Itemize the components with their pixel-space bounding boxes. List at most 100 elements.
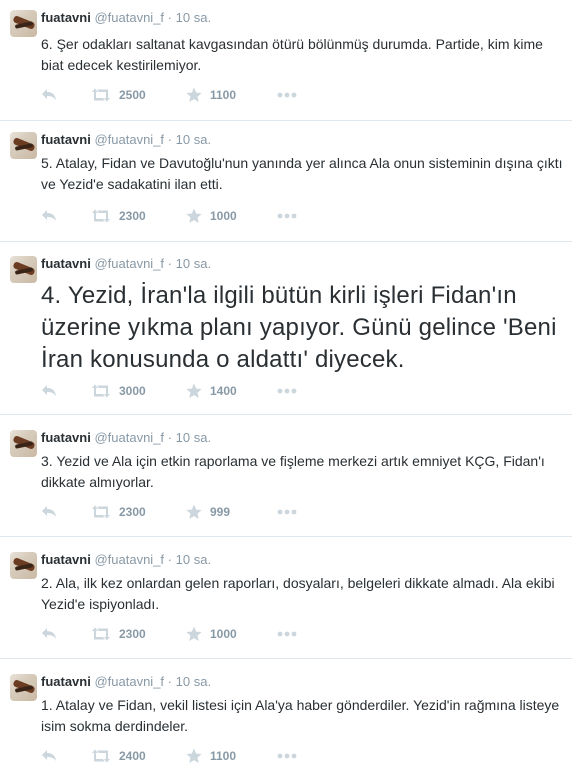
more-icon: [277, 631, 297, 637]
more-button[interactable]: [277, 747, 297, 765]
tweet-text: 4. Yezid, İran'la ilgili bütün kirli işl…: [41, 282, 557, 373]
retweet-button[interactable]: 3000: [91, 382, 146, 400]
retweet-count: 2300: [119, 209, 146, 223]
retweet-count: 2400: [119, 749, 146, 763]
timestamp[interactable]: 10 sa.: [176, 256, 211, 271]
user-handle[interactable]: @fuatavni_f: [94, 552, 164, 567]
star-icon: [186, 626, 202, 641]
tweet-header: fuatavni @fuatavni_f · 10 sa.: [41, 430, 211, 446]
retweet-count: 3000: [119, 384, 146, 398]
reply-icon: [42, 506, 56, 517]
reply-icon: [42, 210, 56, 221]
favorite-button[interactable]: 1400: [186, 382, 237, 400]
tweet[interactable]: fuatavni @fuatavni_f · 10 sa. 3. Yezid v…: [0, 415, 572, 537]
timestamp[interactable]: 10 sa.: [176, 430, 211, 445]
tweet-actions: 2500 1100: [41, 86, 341, 104]
tweet[interactable]: fuatavni @fuatavni_f · 10 sa. 1. Atalay …: [0, 659, 572, 766]
retweet-count: 2300: [119, 627, 146, 641]
retweet-icon: [92, 505, 110, 519]
retweet-button[interactable]: 2300: [91, 503, 146, 521]
avatar[interactable]: [10, 132, 37, 159]
user-name[interactable]: fuatavni: [41, 132, 91, 147]
tweet-header: fuatavni @fuatavni_f · 10 sa.: [41, 132, 211, 148]
reply-button[interactable]: [41, 207, 57, 225]
user-handle[interactable]: @fuatavni_f: [94, 10, 164, 25]
timestamp[interactable]: 10 sa.: [176, 552, 211, 567]
separator: ·: [167, 430, 173, 445]
tweet-header: fuatavni @fuatavni_f · 10 sa.: [41, 256, 211, 272]
tweet[interactable]: fuatavni @fuatavni_f · 10 sa. 2. Ala, il…: [0, 537, 572, 659]
favorite-count: 1000: [210, 209, 237, 223]
tweet-text: 5. Atalay, Fidan ve Davutoğlu'nun yanınd…: [41, 155, 563, 192]
more-button[interactable]: [277, 382, 297, 400]
tweet-header: fuatavni @fuatavni_f · 10 sa.: [41, 552, 211, 568]
reply-button[interactable]: [41, 382, 57, 400]
tweet-header: fuatavni @fuatavni_f · 10 sa.: [41, 10, 211, 26]
user-name[interactable]: fuatavni: [41, 10, 91, 25]
retweet-button[interactable]: 2300: [91, 625, 146, 643]
retweet-icon: [92, 627, 110, 641]
more-button[interactable]: [277, 625, 297, 643]
user-name[interactable]: fuatavni: [41, 552, 91, 567]
more-button[interactable]: [277, 503, 297, 521]
star-icon: [186, 208, 202, 223]
retweet-count: 2500: [119, 88, 146, 102]
more-icon: [277, 509, 297, 515]
more-button[interactable]: [277, 86, 297, 104]
more-icon: [277, 388, 297, 394]
timestamp[interactable]: 10 sa.: [176, 132, 211, 147]
reply-button[interactable]: [41, 747, 57, 765]
tweet-actions: 3000 1400: [41, 382, 341, 400]
user-name[interactable]: fuatavni: [41, 430, 91, 445]
tweet-header: fuatavni @fuatavni_f · 10 sa.: [41, 674, 211, 690]
reply-icon: [42, 385, 56, 396]
more-icon: [277, 92, 297, 98]
separator: ·: [167, 10, 173, 25]
reply-button[interactable]: [41, 86, 57, 104]
favorite-button[interactable]: 1100: [186, 86, 236, 104]
favorite-button[interactable]: 999: [186, 503, 230, 521]
more-button[interactable]: [277, 207, 297, 225]
reply-icon: [42, 89, 56, 100]
user-name[interactable]: fuatavni: [41, 256, 91, 271]
reply-button[interactable]: [41, 503, 57, 521]
retweet-button[interactable]: 2300: [91, 207, 146, 225]
reply-button[interactable]: [41, 625, 57, 643]
favorite-button[interactable]: 1000: [186, 625, 237, 643]
retweet-icon: [92, 88, 110, 102]
favorite-count: 1100: [210, 88, 237, 102]
user-handle[interactable]: @fuatavni_f: [94, 674, 164, 689]
more-icon: [277, 213, 297, 219]
user-name[interactable]: fuatavni: [41, 674, 91, 689]
tweet-text: 2. Ala, ilk kez onlardan gelen raporları…: [41, 575, 555, 612]
tweet-actions: 2300 999: [41, 503, 341, 521]
user-handle[interactable]: @fuatavni_f: [94, 132, 164, 147]
timestamp[interactable]: 10 sa.: [176, 674, 211, 689]
tweet-text: 1. Atalay ve Fidan, vekil listesi için A…: [41, 697, 560, 734]
avatar[interactable]: [10, 674, 37, 701]
favorite-count: 1000: [210, 627, 237, 641]
tweet-text: 6. Şer odakları saltanat kavgasından ötü…: [41, 36, 543, 73]
favorite-button[interactable]: 1000: [186, 207, 237, 225]
user-handle[interactable]: @fuatavni_f: [94, 430, 164, 445]
user-handle[interactable]: @fuatavni_f: [94, 256, 164, 271]
retweet-icon: [92, 209, 110, 223]
tweet[interactable]: fuatavni @fuatavni_f · 10 sa. 4. Yezid, …: [0, 242, 572, 415]
retweet-button[interactable]: 2500: [91, 86, 146, 104]
favorite-count: 999: [210, 505, 231, 519]
star-icon: [186, 383, 202, 398]
favorite-button[interactable]: 1100: [186, 747, 236, 765]
tweet[interactable]: fuatavni @fuatavni_f · 10 sa. 5. Atalay,…: [0, 121, 572, 242]
avatar[interactable]: [10, 552, 37, 579]
star-icon: [186, 748, 202, 763]
timestamp[interactable]: 10 sa.: [176, 10, 211, 25]
tweet[interactable]: fuatavni @fuatavni_f · 10 sa. 6. Şer oda…: [0, 0, 572, 121]
retweet-icon: [92, 384, 110, 398]
avatar[interactable]: [10, 256, 37, 283]
avatar[interactable]: [10, 430, 37, 457]
separator: ·: [167, 132, 173, 147]
retweet-button[interactable]: 2400: [91, 747, 146, 765]
avatar[interactable]: [10, 10, 37, 37]
favorite-count: 1400: [210, 384, 237, 398]
separator: ·: [167, 256, 173, 271]
